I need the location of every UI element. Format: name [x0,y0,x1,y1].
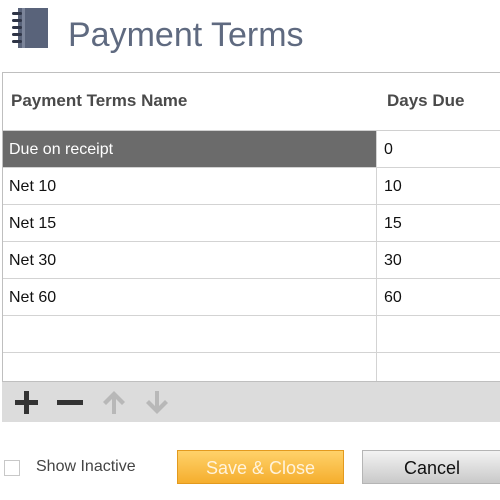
save-and-close-button[interactable]: Save & Close [177,450,344,484]
cell-days-due[interactable]: 0 [378,131,500,167]
cell-term-name[interactable]: Net 60 [3,279,377,315]
move-down-button[interactable] [141,386,173,418]
dialog-footer: Show Inactive Save & Close Cancel [0,440,500,500]
cancel-button[interactable]: Cancel [362,450,500,484]
cell-days-due[interactable]: 60 [378,279,500,315]
cell-term-name[interactable]: Net 15 [3,205,377,241]
table-row-empty[interactable] [3,353,500,381]
cell-days-due[interactable]: 15 [378,205,500,241]
cell-term-name[interactable]: Net 30 [3,242,377,278]
cell-term-name[interactable]: Due on receipt [3,131,377,167]
add-icon [15,391,38,414]
remove-row-button[interactable] [54,386,86,418]
table-header: Payment Terms Name Days Due [3,73,500,131]
remove-icon [57,400,83,405]
table-row[interactable]: Net 60 60 [3,279,500,316]
table-row[interactable]: Due on receipt 0 [3,131,500,168]
cell-term-name[interactable]: Net 10 [3,168,377,204]
cell-days-due[interactable]: 30 [378,242,500,278]
cell-term-name[interactable] [3,316,377,352]
window-header: Payment Terms [0,0,500,72]
move-down-icon [146,391,168,414]
table-row-empty[interactable] [3,316,500,353]
column-header-name[interactable]: Payment Terms Name [11,91,187,111]
payment-terms-table: Payment Terms Name Days Due Due on recei… [2,72,500,382]
cell-days-due[interactable] [378,316,500,352]
page-title: Payment Terms [68,16,304,54]
table-row[interactable]: Net 15 15 [3,205,500,242]
move-up-button[interactable] [98,386,130,418]
cell-term-name[interactable] [3,353,377,381]
column-header-days-due[interactable]: Days Due [387,91,464,111]
cell-days-due[interactable]: 10 [378,168,500,204]
show-inactive-label[interactable]: Show Inactive [36,458,136,476]
table-body: Due on receipt 0 Net 10 10 Net 15 15 Net… [3,131,500,381]
move-up-icon [103,391,125,414]
show-inactive-checkbox[interactable] [4,460,20,476]
table-row[interactable]: Net 10 10 [3,168,500,205]
row-toolbar [2,382,500,422]
notebook-icon [12,8,48,48]
add-row-button[interactable] [10,386,42,418]
table-row[interactable]: Net 30 30 [3,242,500,279]
